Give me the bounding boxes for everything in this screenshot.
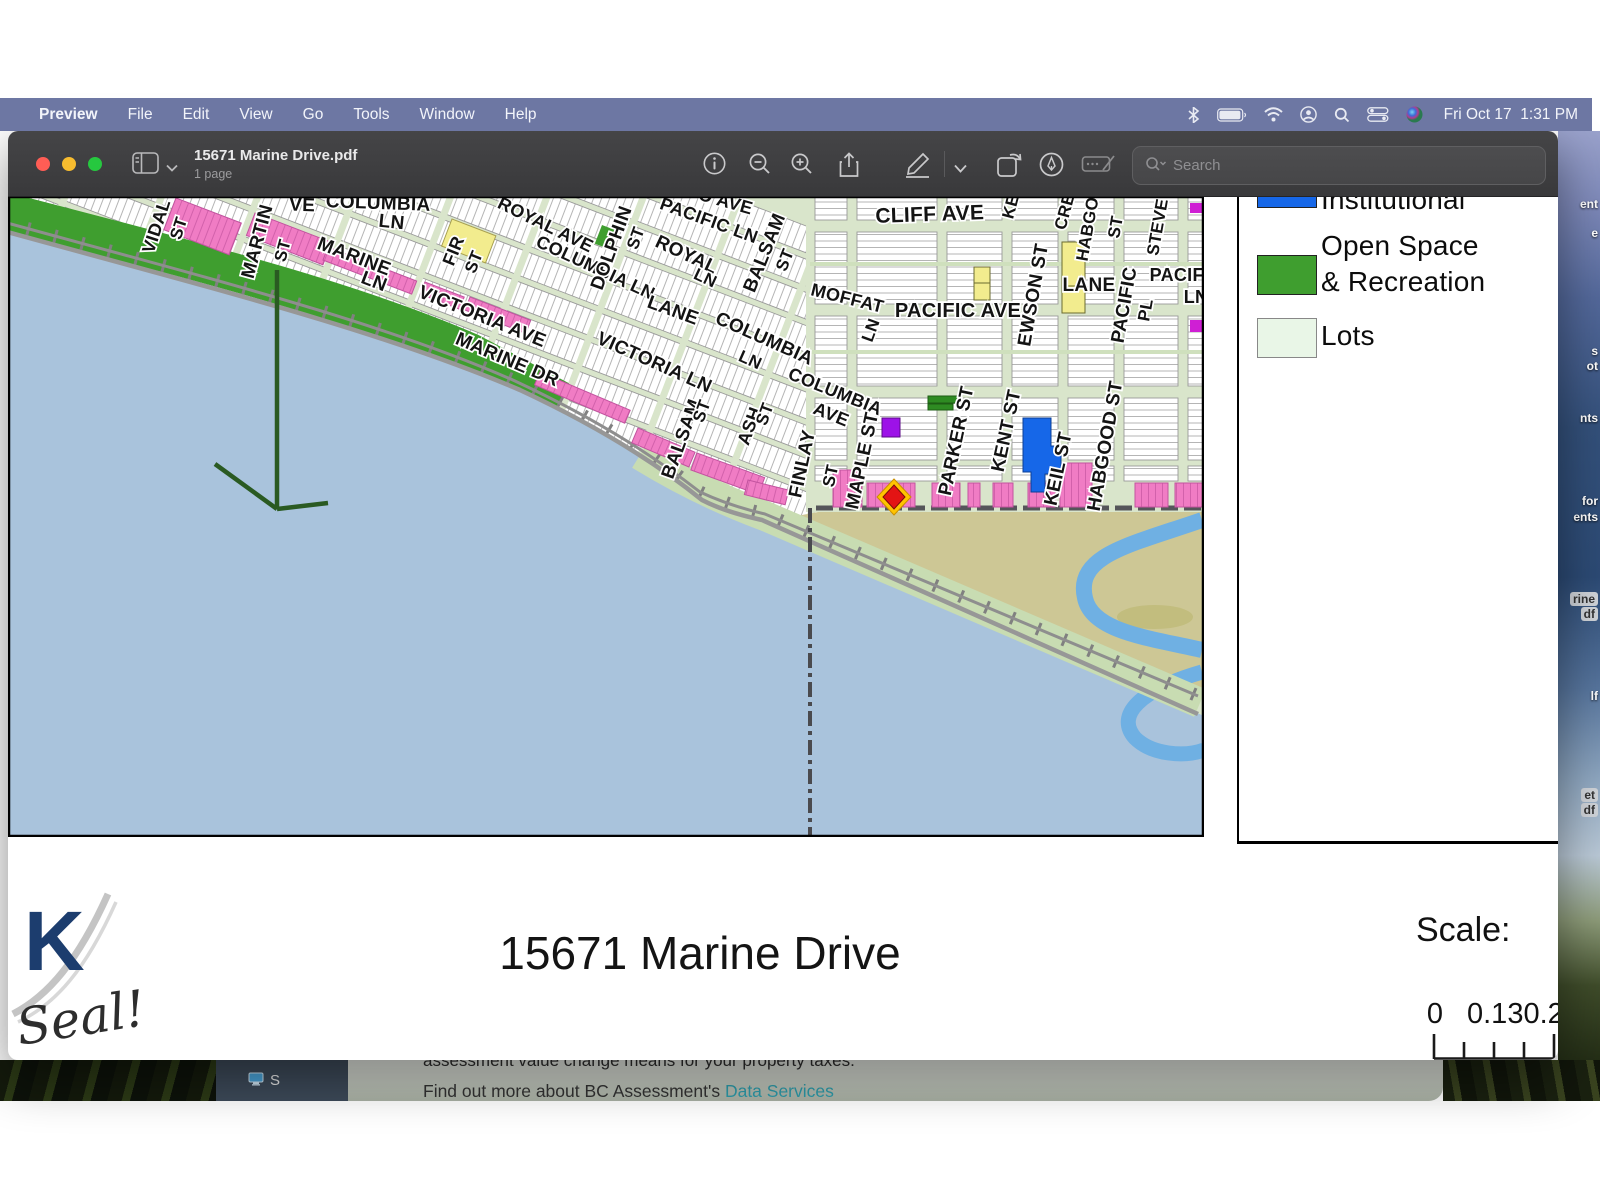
menu-item-preview[interactable]: Preview <box>24 106 113 124</box>
scale-zero: 0 <box>1420 998 1450 1031</box>
desktop-icon-label-fragment: s <box>1591 344 1598 358</box>
minimize-button[interactable] <box>62 157 76 171</box>
desktop-icon-label-fragment: df <box>1581 607 1598 621</box>
legend-label-lots: Lots <box>1321 320 1375 352</box>
menu-bar: PreviewFileEditViewGoToolsWindowHelp Fri… <box>0 98 1592 131</box>
browser-tab[interactable]: S <box>216 1060 348 1101</box>
preview-window: 15671 Marine Drive.pdf 1 page <box>8 131 1558 1060</box>
sidebar-chevron-icon[interactable] <box>166 159 178 177</box>
sidebar-toggle-icon[interactable] <box>132 152 159 179</box>
share-icon[interactable] <box>838 152 860 183</box>
menu-item-help[interactable]: Help <box>490 106 552 124</box>
legend-swatch-open-space <box>1257 255 1317 295</box>
chevron-down-icon[interactable] <box>954 160 967 178</box>
toolbar-divider <box>944 151 945 177</box>
desktop-icon-label-fragment: for <box>1582 494 1598 508</box>
desktop-icon-label-fragment: rine <box>1570 592 1598 606</box>
zoom-in-icon[interactable] <box>790 152 814 181</box>
purple-block <box>882 418 900 437</box>
menu-item-tools[interactable]: Tools <box>338 106 404 124</box>
menu-item-window[interactable]: Window <box>405 106 490 124</box>
zoom-out-icon[interactable] <box>748 152 772 181</box>
siri-icon[interactable] <box>1406 106 1423 123</box>
form-fill-icon[interactable] <box>1081 152 1117 181</box>
scale-values: 0.130.2 <box>1467 998 1558 1031</box>
map-legend: Institutional Open Space & Recreation Lo… <box>1237 196 1558 844</box>
street-label: PACIFIC AVE <box>895 300 1021 322</box>
screen: PreviewFileEditViewGoToolsWindowHelp Fri… <box>0 0 1600 1200</box>
browser-text-line2: Find out more about BC Assessment's Data… <box>423 1081 834 1101</box>
menu-item-edit[interactable]: Edit <box>168 106 225 124</box>
street-label: CLIFF AVE <box>875 201 985 228</box>
menu-items: PreviewFileEditViewGoToolsWindowHelp <box>24 106 552 124</box>
park-block-2 <box>928 404 953 410</box>
search-icon <box>1145 156 1167 176</box>
legend-label-open-space-1: Open Space <box>1321 230 1479 262</box>
wallpaper-bottom-left <box>0 1060 216 1101</box>
battery-icon[interactable] <box>1217 108 1247 122</box>
spotlight-icon[interactable] <box>1334 107 1350 123</box>
control-center-icon[interactable] <box>1367 107 1389 122</box>
desktop-icon-label-fragment: df <box>1581 803 1598 817</box>
menu-item-file[interactable]: File <box>113 106 168 124</box>
close-button[interactable] <box>36 157 50 171</box>
window-title: 15671 Marine Drive.pdf <box>194 147 357 164</box>
account-icon[interactable] <box>1300 106 1317 123</box>
pdf-page-title: 15671 Marine Drive <box>420 926 980 980</box>
bluetooth-icon[interactable] <box>1187 107 1200 123</box>
menu-item-go[interactable]: Go <box>288 106 339 124</box>
street-label: ST <box>1104 214 1127 240</box>
browser-tab-icon <box>248 1072 264 1090</box>
background-browser-window[interactable]: S assessment value change means for your… <box>216 1060 1443 1101</box>
wifi-icon[interactable] <box>1264 107 1283 122</box>
browser-text-line1: assessment value change means for your p… <box>423 1060 855 1071</box>
street-label: PL <box>1134 297 1157 322</box>
street-label: LN <box>378 211 406 235</box>
desktop-icon-label-fragment: nts <box>1580 411 1598 425</box>
desktop-icon-label-fragment: ent <box>1580 197 1598 211</box>
rotate-icon[interactable] <box>996 152 1024 183</box>
street-label: PACIFIC <box>1150 265 1204 285</box>
legend-label-open-space-2: & Recreation <box>1321 266 1485 298</box>
info-icon[interactable] <box>703 152 726 180</box>
fullscreen-button[interactable] <box>88 157 102 171</box>
browser-tab-label: S <box>270 1072 280 1089</box>
sign-icon[interactable] <box>1039 152 1064 182</box>
menu-clock[interactable]: Fri Oct 17 1:31 PM <box>1444 106 1578 124</box>
scale-ruler <box>1426 1032 1558 1060</box>
desktop-wallpaper: entesotntsforentsrinedflfetdf <box>1558 131 1600 1060</box>
window-titlebar: 15671 Marine Drive.pdf 1 page <box>8 131 1558 197</box>
search-field[interactable]: Search <box>1132 146 1546 185</box>
status-icons: Fri Oct 17 1:31 PM <box>1187 106 1578 124</box>
desktop-icon-label-fragment: lf <box>1591 689 1598 703</box>
street-label: LN <box>1184 287 1204 307</box>
legend-swatch-lots <box>1257 318 1317 358</box>
search-placeholder: Search <box>1173 157 1221 174</box>
scale-label: Scale: <box>1416 911 1511 950</box>
street-label: VE <box>289 196 316 216</box>
desktop-icon-label-fragment: et <box>1581 788 1598 802</box>
markup-icon[interactable] <box>901 152 933 183</box>
map-canvas: VECOLUMBIALNVIDALSTMARTINSTMARINELNVICTO… <box>8 196 1204 837</box>
menu-item-view[interactable]: View <box>224 106 287 124</box>
desktop-icon-label-fragment: ents <box>1573 510 1598 524</box>
desktop-icon-label-fragment: e <box>1591 226 1598 240</box>
street-label: LANE <box>1063 275 1116 296</box>
data-services-link[interactable]: Data Services <box>725 1081 834 1101</box>
desktop-icon-label-fragment: ot <box>1587 359 1598 373</box>
window-subtitle: 1 page <box>194 167 232 181</box>
logo-letter: K <box>24 893 85 990</box>
wallpaper-bottom-right <box>1443 1060 1600 1101</box>
